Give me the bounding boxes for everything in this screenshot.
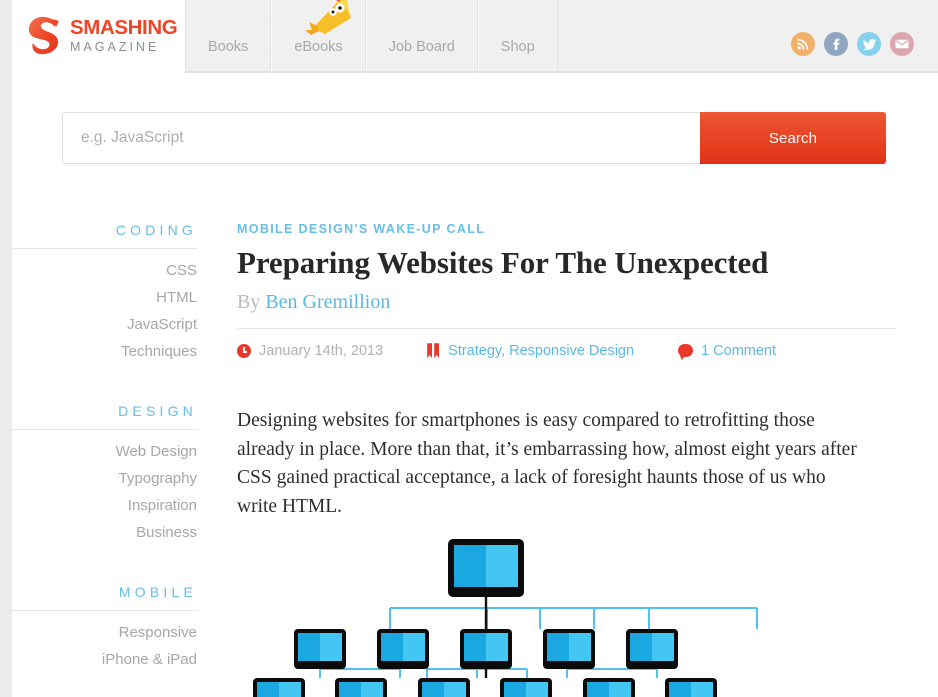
site-header: SMASHING MAGAZINE Books eBooks Job Board… bbox=[0, 0, 938, 75]
sidebar-item-javascript[interactable]: JavaScript bbox=[12, 311, 198, 338]
sidebar-group-coding: CODING CSS HTML JavaScript Techniques bbox=[12, 222, 198, 365]
nav-tab-job-board[interactable]: Job Board bbox=[365, 0, 478, 73]
logo-smashing-text: SMASHING bbox=[70, 16, 178, 39]
meta-comments-link[interactable]: 1 Comment bbox=[701, 343, 776, 359]
sidebar-item-inspiration[interactable]: Inspiration bbox=[12, 492, 198, 519]
page-title: Preparing Websites For The Unexpected bbox=[237, 245, 769, 280]
device-node-row2 bbox=[294, 629, 678, 669]
sidebar-item-iphone-ipad[interactable]: iPhone & iPad bbox=[12, 646, 198, 673]
meta-categories-link[interactable]: Strategy, Responsive Design bbox=[448, 343, 634, 359]
sidebar-divider bbox=[12, 429, 198, 430]
smashing-s-icon bbox=[25, 15, 63, 55]
meta-categories: Strategy, Responsive Design bbox=[427, 343, 634, 359]
sidebar-heading-coding: CODING bbox=[115, 222, 197, 238]
logo-magazine-text: MAGAZINE bbox=[70, 39, 160, 54]
main-nav: Books eBooks Job Board Shop bbox=[185, 0, 558, 73]
rss-icon[interactable] bbox=[791, 32, 815, 56]
nav-tab-books[interactable]: Books bbox=[185, 0, 272, 73]
article-byline: By Ben Gremillion bbox=[237, 291, 897, 314]
sidebar-divider bbox=[12, 610, 198, 611]
social-links bbox=[791, 32, 914, 56]
byline-prefix: By bbox=[237, 290, 261, 313]
meta-comments: 1 Comment bbox=[678, 343, 776, 359]
article: MOBILE DESIGN'S WAKE-UP CALL Preparing W… bbox=[237, 222, 897, 522]
sidebar-heading-mobile: MOBILE bbox=[118, 584, 197, 600]
meta-date: January 14th, 2013 bbox=[237, 343, 383, 359]
article-paragraph: Designing websites for smartphones is ea… bbox=[237, 409, 857, 518]
sidebar-item-business[interactable]: Business bbox=[12, 519, 198, 546]
meta-date-text: January 14th, 2013 bbox=[259, 342, 384, 359]
search-button[interactable]: Search bbox=[700, 112, 886, 164]
sidebar-item-typography[interactable]: Typography bbox=[12, 465, 198, 492]
sidebar-item-web-design[interactable]: Web Design bbox=[12, 438, 198, 465]
sidebar-group-mobile: MOBILE Responsive iPhone & iPad bbox=[12, 584, 198, 673]
facebook-icon[interactable] bbox=[824, 32, 848, 56]
device-node-root bbox=[448, 539, 524, 597]
article-divider bbox=[237, 327, 897, 329]
mail-icon[interactable] bbox=[890, 32, 914, 56]
twitter-icon[interactable] bbox=[857, 32, 881, 56]
sidebar-heading-design: DESIGN bbox=[118, 403, 197, 419]
author-link[interactable]: Ben Gremillion bbox=[265, 291, 390, 313]
device-tree-diagram bbox=[237, 537, 897, 697]
clock-icon bbox=[237, 343, 251, 358]
search-bar: Search bbox=[62, 112, 886, 164]
sidebar-group-design: DESIGN Web Design Typography Inspiration… bbox=[12, 403, 198, 546]
search-input[interactable] bbox=[62, 112, 700, 164]
logo-wordmark: SMASHING MAGAZINE bbox=[70, 16, 178, 54]
bookmark-icon bbox=[427, 343, 440, 359]
page-root: SMASHING MAGAZINE Books eBooks Job Board… bbox=[0, 0, 938, 697]
article-kicker: MOBILE DESIGN'S WAKE-UP CALL bbox=[237, 222, 486, 236]
left-gutter bbox=[0, 0, 12, 697]
sidebar-item-responsive[interactable]: Responsive bbox=[12, 619, 198, 646]
article-meta: January 14th, 2013 Strategy, Responsive … bbox=[237, 343, 897, 359]
nav-tab-shop[interactable]: Shop bbox=[477, 0, 558, 73]
device-node-row3 bbox=[253, 678, 717, 697]
site-logo[interactable]: SMASHING MAGAZINE bbox=[25, 11, 178, 59]
sidebar-item-techniques[interactable]: Techniques bbox=[12, 338, 198, 365]
category-sidebar: CODING CSS HTML JavaScript Techniques DE… bbox=[12, 222, 198, 697]
nav-tab-ebooks[interactable]: eBooks bbox=[271, 0, 366, 73]
comment-bubble-icon bbox=[678, 344, 694, 358]
sidebar-item-css[interactable]: CSS bbox=[12, 257, 198, 284]
sidebar-item-html[interactable]: HTML bbox=[12, 284, 198, 311]
sidebar-divider bbox=[12, 248, 198, 249]
